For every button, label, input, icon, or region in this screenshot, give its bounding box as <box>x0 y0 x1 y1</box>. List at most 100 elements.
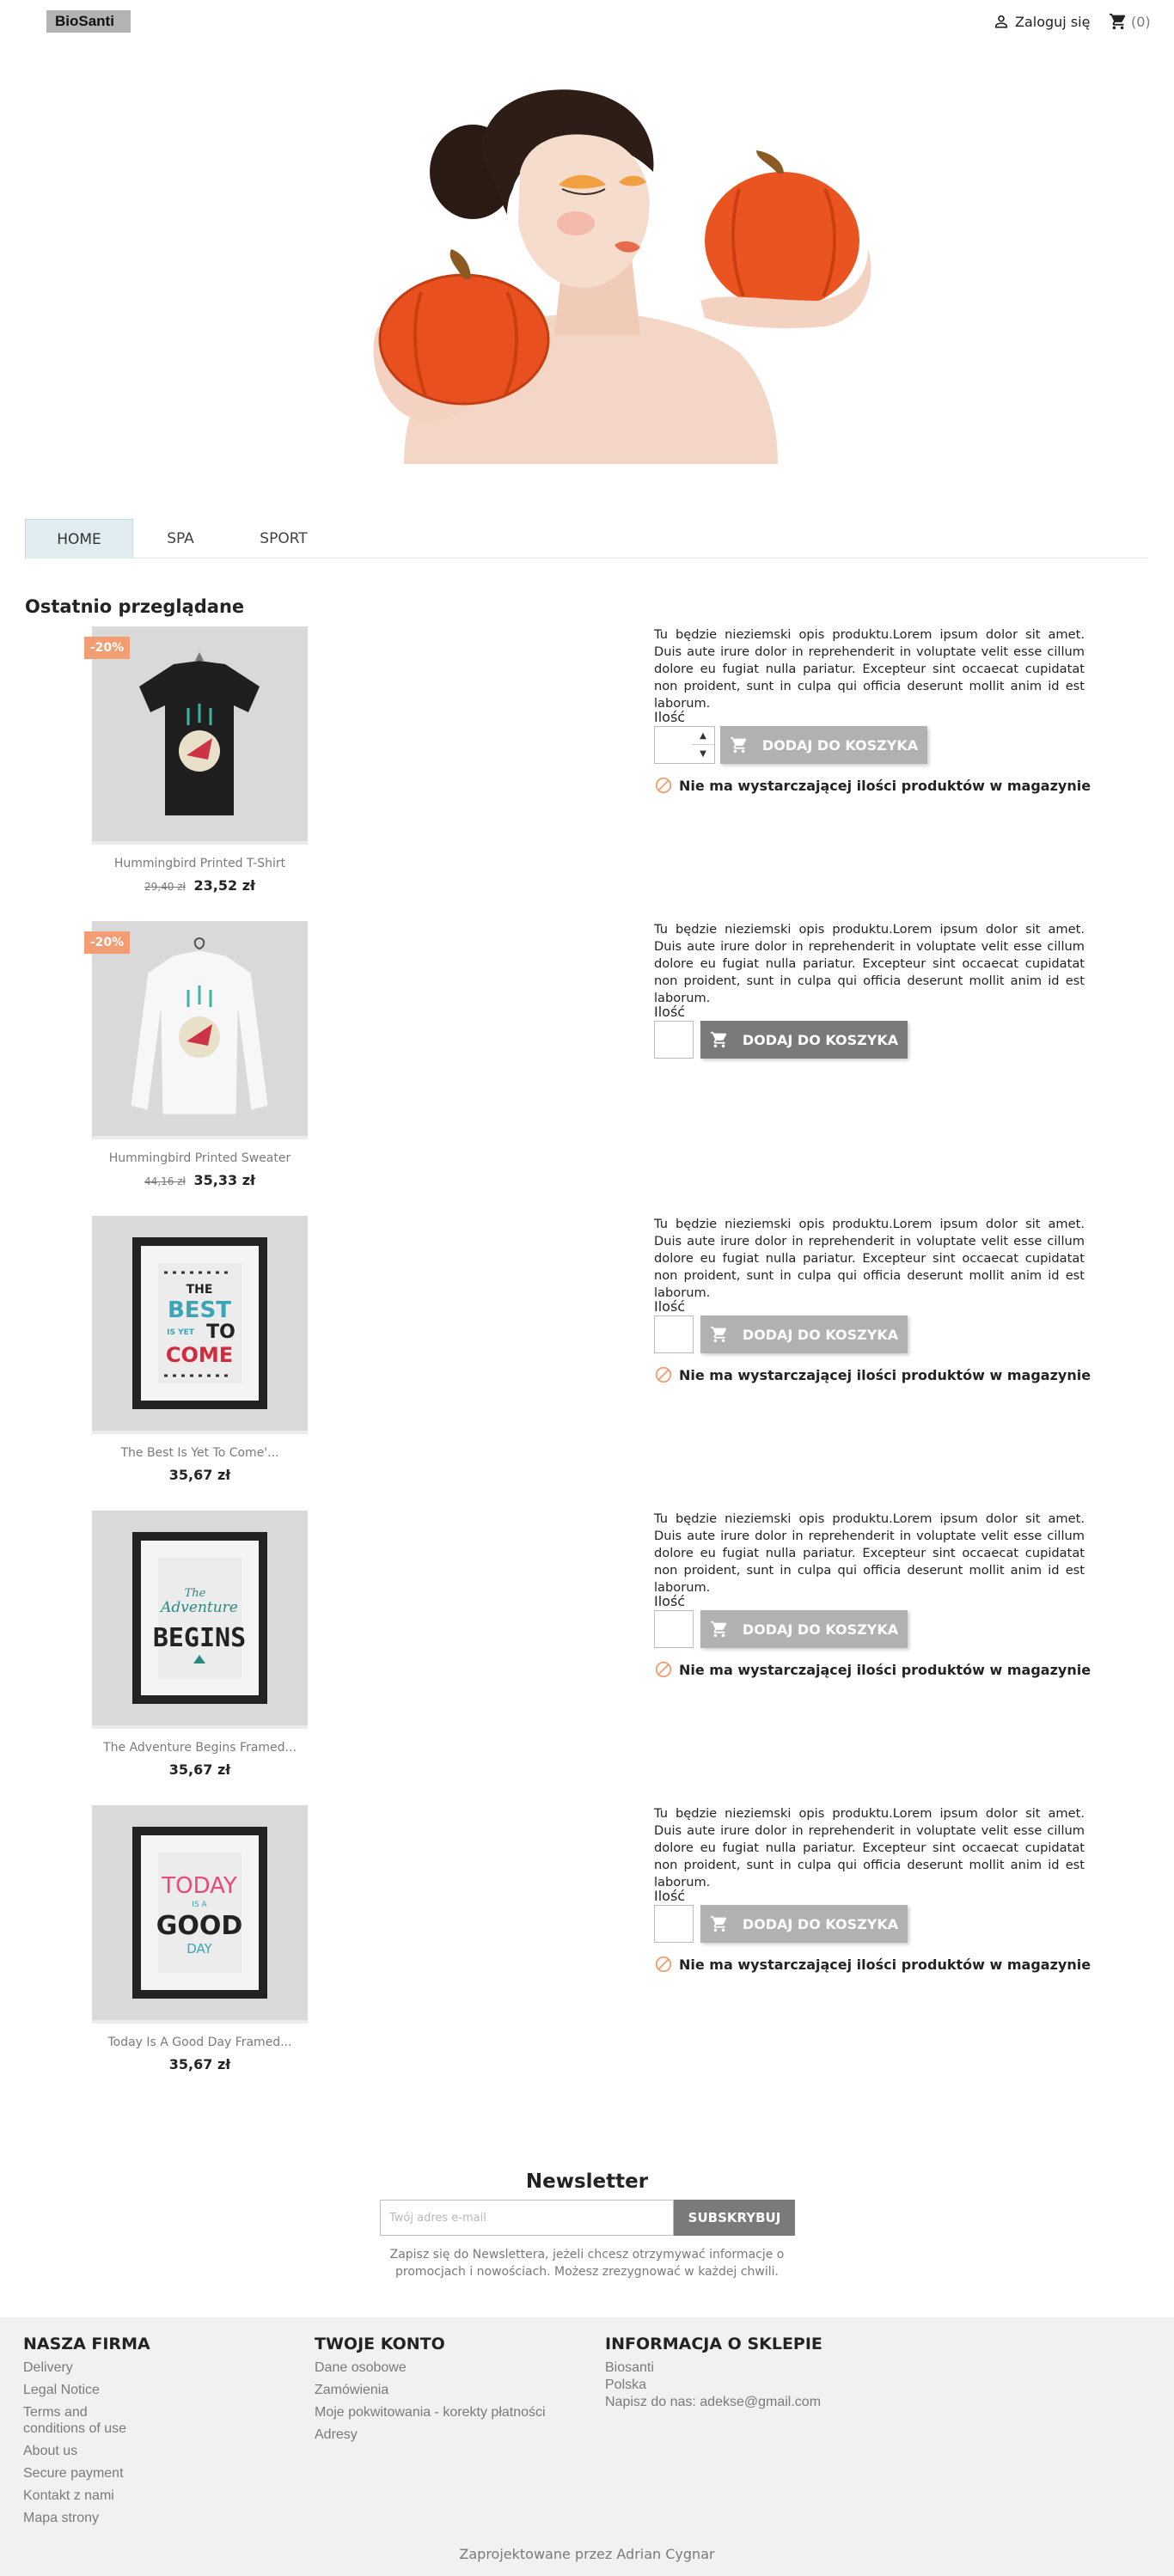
add-to-cart-label: DODAJ DO KOSZYKA <box>761 736 919 754</box>
footer-store-title: INFORMACJA O SKLEPIE <box>605 2335 822 2353</box>
cart-icon <box>730 736 747 754</box>
stock-warning: Nie ma wystarczającej ilości produktów w… <box>654 776 1091 795</box>
product-description: Tu będzie nieziemski opis produktu.Lorem… <box>654 1217 1085 1300</box>
shop-logo[interactable]: BioSanti <box>46 10 131 33</box>
add-to-cart-label: DODAJ DO KOSZYKA <box>742 1621 899 1638</box>
cart-icon <box>710 1915 727 1932</box>
poster-text: Adventure <box>159 1599 238 1616</box>
poster-text: IS YET <box>167 1328 195 1337</box>
footer-link[interactable]: About us <box>23 2443 178 2459</box>
hero-banner[interactable] <box>0 43 1174 464</box>
block-icon <box>655 1661 672 1678</box>
product-image-poster-today[interactable]: TODAY IS A GOOD DAY <box>92 1805 308 2020</box>
footer-link[interactable]: Legal Notice <box>23 2382 178 2398</box>
newsletter-heading: Newsletter <box>525 2170 649 2193</box>
quantity-label: Ilość <box>654 1298 686 1315</box>
price: 35,67 zł <box>52 1761 348 1778</box>
product-name[interactable]: The Best Is Yet To Come'... <box>52 1446 348 1460</box>
cart-icon <box>710 1031 727 1048</box>
add-to-cart-label: DODAJ DO KOSZYKA <box>742 1326 899 1343</box>
footer-link[interactable]: Zamówienia <box>315 2382 590 2398</box>
store-country: Polska <box>605 2378 647 2392</box>
block-icon <box>655 1366 672 1383</box>
quantity-input[interactable] <box>654 1610 694 1648</box>
discount-badge: -20% <box>84 637 130 659</box>
quantity-label: Ilość <box>654 1004 686 1020</box>
login-label: Zaloguj się <box>1015 13 1091 30</box>
subscribe-button[interactable]: SUBSKRYBUJ <box>674 2200 795 2236</box>
login-link[interactable]: Zaloguj się <box>993 10 1090 33</box>
block-icon <box>655 777 672 794</box>
product-description: Tu będzie nieziemski opis produktu.Lorem… <box>654 627 1085 711</box>
site-footer: NASZA FIRMA Delivery Legal Notice Terms … <box>0 2317 1174 2576</box>
footer-link[interactable]: Kontakt z nami <box>23 2487 178 2504</box>
add-to-cart-button[interactable]: DODAJ DO KOSZYKA <box>700 1905 908 1943</box>
current-price: 35,67 zł <box>168 1761 231 1778</box>
product-image-poster-best[interactable]: THE BEST IS YET TO COME <box>92 1216 308 1431</box>
poster-text: The <box>185 1587 206 1600</box>
product-image-poster-adventure[interactable]: The Adventure BEGINS <box>92 1511 308 1725</box>
footer-credits: Zaprojektowane przez Adrian Cygnar <box>459 2546 715 2562</box>
quantity-label: Ilość <box>654 1593 686 1609</box>
footer-link[interactable]: Mapa strony <box>23 2510 178 2526</box>
footer-link[interactable]: Dane osobowe <box>315 2359 590 2376</box>
poster-text: THE <box>186 1283 213 1297</box>
product-description: Tu będzie nieziemski opis produktu.Lorem… <box>654 1511 1085 1595</box>
add-to-cart-button[interactable]: DODAJ DO KOSZYKA <box>700 1021 908 1059</box>
stock-warning-text: Nie ma wystarczającej ilości produktów w… <box>679 777 1091 794</box>
email-field[interactable] <box>380 2200 674 2236</box>
quantity-input[interactable] <box>654 1021 694 1059</box>
footer-link[interactable]: Terms and conditions of use <box>23 2404 144 2437</box>
price: 29,40 zł 23,52 zł <box>52 877 348 894</box>
product-row: TODAY IS A GOOD DAY Today Is A Good Day … <box>0 1805 1174 2100</box>
stock-warning-text: Nie ma wystarczającej ilości produktów w… <box>679 1661 1091 1678</box>
footer-link[interactable]: Delivery <box>23 2359 178 2376</box>
quantity-input[interactable] <box>654 726 694 764</box>
image-shadow <box>92 841 308 845</box>
product-row: The Adventure BEGINS The Adventure Begin… <box>0 1511 1174 1805</box>
tab-spa[interactable]: SPA <box>133 519 228 559</box>
store-contact[interactable]: Napisz do nas: adekse@gmail.com <box>605 2394 880 2411</box>
chevron-up-icon[interactable]: ▲ <box>692 727 714 745</box>
current-price: 35,67 zł <box>168 1467 231 1483</box>
footer-account: TWOJE KONTO Dane osobowe Zamówienia Moje… <box>315 2335 590 2449</box>
cart-link[interactable]: (0) <box>1109 10 1151 33</box>
product-name[interactable]: Hummingbird Printed Sweater <box>52 1151 348 1165</box>
quantity-input[interactable] <box>654 1315 694 1353</box>
stock-warning-text: Nie ma wystarczającej ilości produktów w… <box>679 1366 1091 1383</box>
newsletter-info: Zapisz się do Newslettera, jeżeli chcesz… <box>389 2248 785 2279</box>
footer-link[interactable]: Secure payment <box>23 2465 178 2481</box>
stock-warning-text: Nie ma wystarczającej ilości produktów w… <box>679 1956 1091 1973</box>
add-to-cart-button[interactable]: DODAJ DO KOSZYKA <box>700 1315 908 1353</box>
category-tabs: HOME SPA SPORT <box>25 519 1148 559</box>
quantity-label: Ilość <box>654 709 686 725</box>
tab-home[interactable]: HOME <box>25 519 133 559</box>
footer-company-title: NASZA FIRMA <box>23 2335 150 2353</box>
cart-icon <box>710 1621 727 1638</box>
poster-text: BEST <box>168 1297 231 1323</box>
product-row: -20% Hummingbird Printed Sweater 44,16 z… <box>0 921 1174 1216</box>
product-name[interactable]: Today Is A Good Day Framed... <box>52 2036 348 2049</box>
add-to-cart-button[interactable]: DODAJ DO KOSZYKA <box>700 1610 908 1648</box>
quantity-stepper[interactable]: ▲ ▼ <box>692 726 715 764</box>
product-description: Tu będzie nieziemski opis produktu.Lorem… <box>654 1806 1085 1889</box>
product-name[interactable]: The Adventure Begins Framed... <box>52 1741 348 1755</box>
cart-icon <box>1109 13 1126 30</box>
quantity-input[interactable] <box>654 1905 694 1943</box>
chevron-down-icon[interactable]: ▼ <box>692 745 714 763</box>
tab-sport[interactable]: SPORT <box>228 519 339 559</box>
quantity-label: Ilość <box>654 1888 686 1904</box>
footer-link[interactable]: Adresy <box>315 2426 590 2443</box>
product-name[interactable]: Hummingbird Printed T-Shirt <box>52 857 348 870</box>
price: 35,67 zł <box>52 2056 348 2072</box>
user-icon <box>994 15 1008 28</box>
discount-badge: -20% <box>84 931 130 954</box>
add-to-cart-label: DODAJ DO KOSZYKA <box>742 1031 899 1048</box>
footer-account-title: TWOJE KONTO <box>315 2335 445 2353</box>
poster-text: TODAY <box>161 1873 237 1899</box>
regular-price: 29,40 zł <box>144 881 186 893</box>
stock-warning: Nie ma wystarczającej ilości produktów w… <box>654 1660 1091 1679</box>
block-icon <box>655 1956 672 1973</box>
add-to-cart-button[interactable]: DODAJ DO KOSZYKA <box>720 726 927 764</box>
footer-link[interactable]: Moje pokwitowania - korekty płatności <box>315 2404 590 2420</box>
